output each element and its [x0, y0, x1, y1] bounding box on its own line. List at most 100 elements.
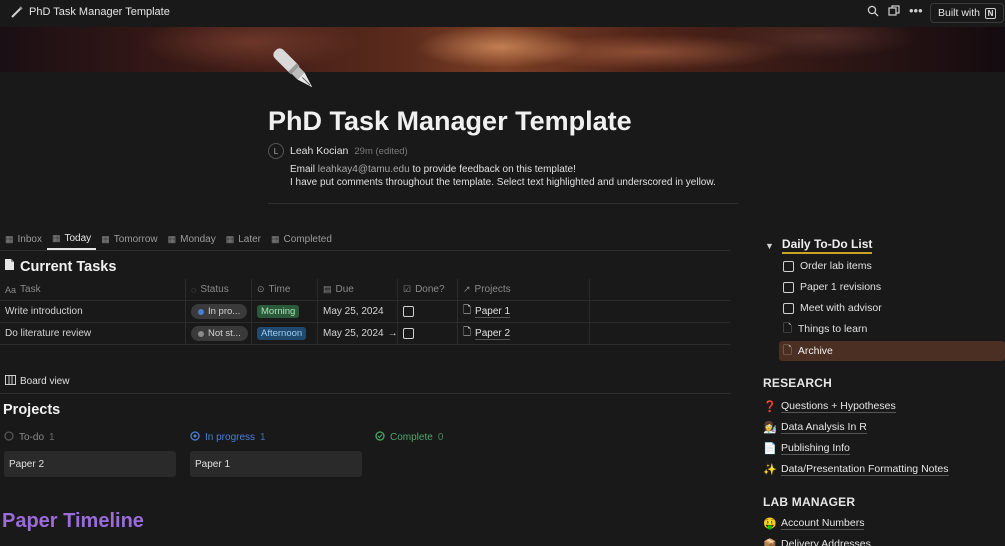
avatar[interactable]: L	[268, 143, 284, 159]
table-row[interactable]: Write introduction In pro... Morning May…	[0, 300, 730, 323]
time-cell[interactable]: Morning	[252, 300, 318, 323]
tab-label: Inbox	[17, 233, 42, 245]
header-due[interactable]: ▤ Due	[318, 278, 398, 301]
check-circle-icon	[375, 431, 385, 444]
board-view-tab[interactable]: Board view	[5, 375, 69, 388]
tab-inbox[interactable]: ▦ Inbox	[0, 228, 47, 250]
done-cell[interactable]	[398, 322, 458, 345]
status-badge: In pro...	[191, 304, 248, 319]
done-checkbox[interactable]	[403, 306, 414, 317]
status-dot	[198, 308, 204, 315]
link-delivery-addresses[interactable]: 📦 Delivery Addresses	[763, 534, 871, 546]
table-icon: ▦	[51, 232, 61, 243]
header-status[interactable]: ◌ Status	[186, 278, 252, 301]
toggle-triangle-icon[interactable]: ▼	[765, 241, 774, 251]
edited-timestamp: 29m (edited)	[354, 145, 408, 157]
empty-cell	[590, 323, 730, 345]
link-account-numbers[interactable]: 🤑 Account Numbers	[763, 513, 865, 533]
table-icon: ▦	[271, 233, 280, 244]
projects-cell[interactable]: 🗋 Paper 1	[458, 300, 590, 323]
todo-item[interactable]: Meet with advisor	[783, 298, 882, 318]
table-icon: ▦	[101, 233, 110, 244]
due-cell[interactable]: May 25, 2024 →	[318, 322, 398, 345]
board-card[interactable]: Paper 1	[190, 451, 362, 477]
page-link-things-to-learn[interactable]: 🗋 Things to learn	[783, 319, 867, 339]
table-row[interactable]: Do literature review Not st... Afternoon…	[0, 322, 730, 345]
link-formatting-notes[interactable]: ✨ Data/Presentation Formatting Notes	[763, 459, 949, 479]
project-link[interactable]: 🗋 Paper 2	[463, 325, 511, 342]
page-label: Things to learn	[797, 323, 868, 335]
question-mark-icon: ❓	[763, 400, 777, 413]
tab-tomorrow[interactable]: ▦ Tomorrow	[96, 228, 162, 250]
status-prop-icon: ◌	[191, 284, 197, 295]
column-label: In progress	[205, 432, 256, 443]
done-checkbox[interactable]	[403, 328, 414, 339]
page-icon: 🗋	[783, 322, 792, 335]
link-label: Data/Presentation Formatting Notes	[781, 462, 949, 476]
header-projects[interactable]: ↗ Projects	[458, 278, 590, 301]
open-arrow-icon[interactable]: →	[388, 328, 397, 339]
scientist-icon: 👩‍🔬	[763, 421, 777, 434]
board-card[interactable]: Paper 2	[4, 451, 176, 477]
link-data-analysis[interactable]: 👩‍🔬 Data Analysis In R	[763, 417, 867, 437]
search-icon[interactable]	[867, 5, 879, 20]
tab-completed[interactable]: ▦ Completed	[266, 228, 337, 250]
table-icon: ▦	[167, 233, 177, 244]
tab-later[interactable]: ▦ Later	[221, 228, 266, 250]
status-cell[interactable]: Not st...	[186, 322, 252, 345]
todo-item[interactable]: Paper 1 revisions	[783, 277, 881, 297]
header-empty	[590, 279, 730, 301]
todo-checkbox[interactable]	[783, 302, 794, 314]
board-icon	[5, 375, 16, 388]
board-column-complete[interactable]: Complete 0	[375, 431, 443, 444]
page-link-archive[interactable]: 🗋 Archive	[779, 341, 1005, 361]
current-tasks-title: Current Tasks	[20, 258, 117, 275]
link-publishing-info[interactable]: 📄 Publishing Info	[763, 438, 850, 458]
desc-line-2: I have put comments throughout the templ…	[290, 177, 716, 188]
header-done[interactable]: ☑ Done?	[398, 278, 458, 301]
header-time[interactable]: ⊙ Time	[252, 278, 318, 301]
built-with-button[interactable]: Built with N	[930, 3, 1005, 23]
status-cell[interactable]: In pro...	[186, 300, 252, 323]
due-cell[interactable]: May 25, 2024	[318, 300, 398, 323]
status-circle-icon	[4, 431, 14, 444]
archive-label: Archive	[797, 345, 833, 357]
task-cell[interactable]: Do literature review	[0, 322, 186, 345]
divider	[268, 203, 738, 204]
todo-checkbox[interactable]	[783, 260, 794, 272]
project-link[interactable]: 🗋 Paper 1	[463, 303, 511, 320]
desc-suffix: to provide feedback on this template!	[409, 164, 576, 175]
header-task[interactable]: Aa Task	[0, 278, 186, 301]
project-label: Paper 1	[475, 305, 511, 318]
link-questions-hypotheses[interactable]: ❓ Questions + Hypotheses	[763, 396, 896, 416]
more-icon[interactable]: •••	[909, 3, 923, 18]
daily-todo-toggle[interactable]: ▼ Daily To-Do List	[765, 237, 873, 254]
done-cell[interactable]	[398, 300, 458, 323]
notion-logo-icon: N	[985, 7, 997, 19]
relation-arrow-icon: ↗	[463, 284, 471, 294]
in-progress-icon	[190, 431, 200, 444]
projects-heading: Projects	[3, 402, 61, 418]
todo-item[interactable]: Order lab items	[783, 256, 872, 276]
email-link[interactable]: leahkay4@tamu.edu	[318, 164, 410, 175]
tab-label: Tomorrow	[113, 233, 158, 245]
tab-today[interactable]: ▦ Today	[46, 228, 97, 250]
task-cell[interactable]: Write introduction	[0, 300, 186, 323]
board-column-in-progress[interactable]: In progress 1	[190, 431, 266, 444]
table-header-row: Aa Task ◌ Status ⊙ Time ▤ Due ☑ Done? ↗ Projec…	[0, 278, 730, 301]
board-column-todo[interactable]: To-do 1	[4, 431, 55, 444]
time-cell[interactable]: Afternoon	[252, 322, 318, 345]
projects-cell[interactable]: 🗋 Paper 2	[458, 322, 590, 345]
pen-icon	[10, 5, 24, 22]
tab-monday[interactable]: ▦ Monday	[163, 228, 221, 250]
link-label: Data Analysis In R	[781, 420, 867, 434]
todo-checkbox[interactable]	[783, 281, 794, 293]
todo-label: Meet with advisor	[800, 302, 882, 314]
fountain-pen-icon[interactable]	[268, 44, 324, 98]
duplicate-icon[interactable]	[888, 5, 900, 20]
table-icon: ▦	[225, 233, 235, 244]
lab-manager-heading: LAB MANAGER	[763, 495, 856, 509]
checkbox-prop-icon: ☑	[403, 284, 412, 294]
breadcrumb-title[interactable]: PhD Task Manager Template	[29, 6, 170, 18]
tabs-divider	[0, 250, 730, 251]
